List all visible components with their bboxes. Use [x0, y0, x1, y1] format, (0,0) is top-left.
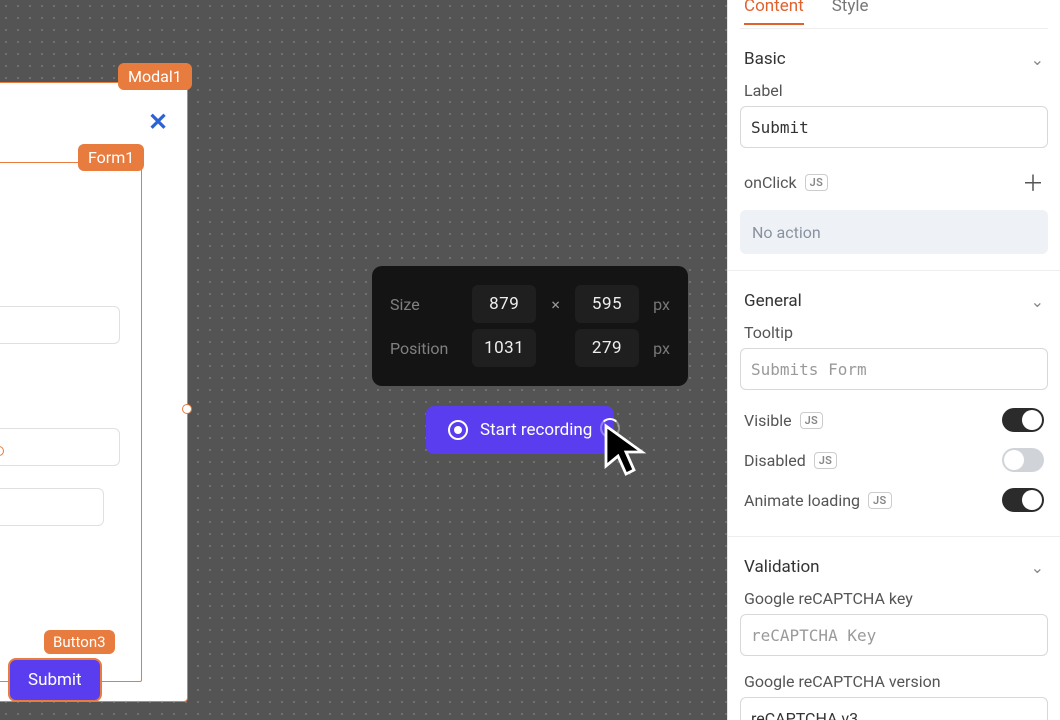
start-recording-label: Start recording [480, 420, 592, 440]
section-title-general: General [744, 291, 802, 311]
properties-panel: Content Style Basic ⌄ Label onClick JS ＋… [727, 0, 1060, 720]
tab-style[interactable]: Style [832, 0, 869, 24]
recaptcha-key-caption: Google reCAPTCHA key [740, 587, 1048, 614]
recaptcha-version-caption: Google reCAPTCHA version [740, 670, 1048, 697]
submit-button[interactable]: Submit [8, 658, 102, 702]
form-field[interactable] [0, 488, 104, 526]
label-caption: Label [740, 79, 1048, 106]
tooltip-input[interactable] [740, 348, 1048, 390]
section-validation: Validation ⌄ Google reCAPTCHA key Google… [740, 537, 1048, 720]
modal-tag[interactable]: Modal1 [118, 63, 192, 90]
unit-label: px [653, 295, 670, 314]
label-input[interactable] [740, 106, 1048, 148]
js-badge-icon: JS [805, 174, 828, 191]
form-field[interactable] [0, 428, 120, 466]
section-title-basic: Basic [744, 49, 786, 69]
chevron-down-icon[interactable]: ⌄ [1031, 292, 1044, 311]
form-container[interactable] [0, 162, 142, 682]
js-badge-icon: JS [814, 452, 837, 469]
add-action-button[interactable]: ＋ [1022, 166, 1044, 198]
form-field[interactable] [0, 306, 120, 344]
onclick-caption: onClick [744, 173, 797, 192]
section-basic: Basic ⌄ Label onClick JS ＋ No action [740, 29, 1048, 254]
tooltip-caption: Tooltip [740, 321, 1048, 348]
tab-content[interactable]: Content [744, 0, 804, 24]
close-icon[interactable]: ✕ [148, 108, 168, 136]
js-badge-icon: JS [868, 492, 891, 509]
section-title-validation: Validation [744, 557, 820, 577]
disabled-toggle[interactable] [1002, 448, 1044, 472]
start-recording-button[interactable]: Start recording [426, 406, 614, 454]
position-y-input[interactable]: 279 [575, 329, 639, 367]
position-x-input[interactable]: 1031 [472, 329, 536, 367]
js-badge-icon: JS [800, 412, 823, 429]
panel-tabs: Content Style [740, 0, 1048, 29]
chevron-down-icon: ⌄ [1024, 709, 1037, 720]
disabled-caption: Disabled [744, 451, 806, 470]
recaptcha-version-value: reCAPTCHA v3 [751, 709, 858, 720]
size-label: Size [390, 295, 462, 314]
recaptcha-key-input[interactable] [740, 614, 1048, 656]
animate-loading-caption: Animate loading [744, 491, 860, 510]
recaptcha-version-select[interactable]: reCAPTCHA v3 ⌄ [740, 697, 1048, 720]
button-tag[interactable]: Button3 [44, 630, 115, 654]
chevron-down-icon[interactable]: ⌄ [1031, 558, 1044, 577]
form-tag[interactable]: Form1 [78, 144, 144, 171]
cursor-icon [602, 422, 650, 478]
visible-caption: Visible [744, 411, 792, 430]
size-width-input[interactable]: 879 [472, 285, 536, 323]
dimensions-panel: Size 879 × 595 px Position 1031 279 px [372, 266, 688, 386]
unit-label: px [653, 339, 670, 358]
resize-handle-icon[interactable] [182, 404, 192, 414]
chevron-down-icon[interactable]: ⌄ [1031, 50, 1044, 69]
section-general: General ⌄ Tooltip Visible JS Disabled JS… [740, 271, 1048, 520]
size-separator: × [546, 295, 564, 314]
size-height-input[interactable]: 595 [575, 285, 639, 323]
position-label: Position [390, 339, 462, 358]
animate-loading-toggle[interactable] [1002, 488, 1044, 512]
onclick-empty-state[interactable]: No action [740, 210, 1048, 254]
visible-toggle[interactable] [1002, 408, 1044, 432]
editor-canvas[interactable]: Modal1 ✕ Form1 Button3 Submit Size 879 ×… [0, 0, 727, 720]
record-icon [448, 420, 468, 440]
